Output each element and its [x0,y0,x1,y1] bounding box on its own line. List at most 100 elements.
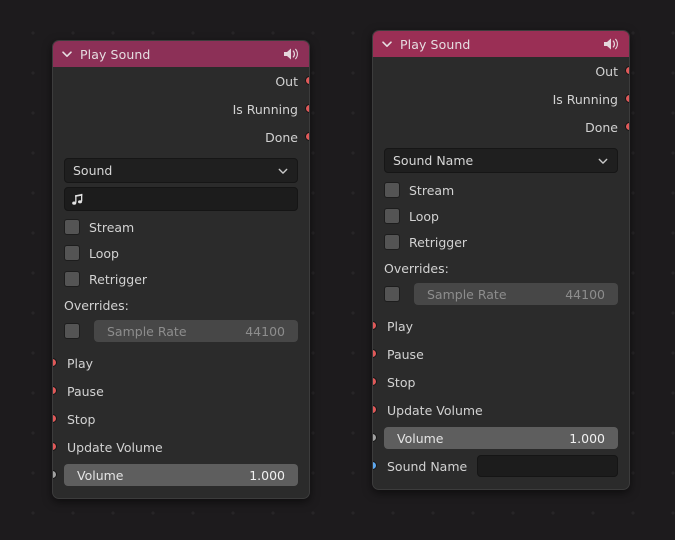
checkbox-label: Stream [89,219,135,235]
input-socket-row[interactable]: Stop [53,405,309,433]
output-socket-row[interactable]: Is Running [53,95,309,123]
retrigger-checkbox[interactable] [64,271,80,287]
input-label: Pause [67,383,104,399]
override-row-sample-rate[interactable]: Sample Rate 44100 [373,280,629,308]
volume-slider[interactable]: Volume 1.000 [384,427,618,449]
input-socket-row[interactable]: Play [373,312,629,340]
output-socket-row[interactable]: Done [373,113,629,141]
checkbox-label: Stream [409,182,455,198]
volume-value: 1.000 [569,430,605,446]
mode-dropdown-value: Sound Name [393,153,474,168]
output-label: Is Running [552,91,618,107]
chevron-down-icon [278,168,288,174]
checkbox-row-stream[interactable]: Stream [53,214,309,240]
checkbox-label: Retrigger [409,234,468,250]
sample-rate-label: Sample Rate [107,323,187,339]
input-socket-row[interactable]: Stop [373,368,629,396]
sample-rate-slider[interactable]: Sample Rate 44100 [94,320,298,342]
input-label: Update Volume [387,402,483,418]
stream-checkbox[interactable] [384,182,400,198]
chevron-down-icon[interactable] [380,37,394,51]
socket-sound-name[interactable] [373,461,377,470]
mode-dropdown[interactable]: Sound [64,158,298,183]
sample-rate-override-checkbox[interactable] [384,286,400,302]
node-title: Play Sound [80,46,151,62]
volume-slider[interactable]: Volume 1.000 [64,464,298,486]
volume-row[interactable]: Volume 1.000 [53,461,309,489]
socket-out[interactable] [625,66,629,75]
sample-rate-override-checkbox[interactable] [64,323,80,339]
socket-volume[interactable] [53,470,57,479]
overrides-label: Overrides: [64,298,129,313]
sample-rate-slider[interactable]: Sample Rate 44100 [414,283,618,305]
output-socket-row[interactable]: Out [53,67,309,95]
chevron-down-icon [598,158,608,164]
checkbox-row-loop[interactable]: Loop [373,203,629,229]
music-note-icon [72,193,83,205]
input-label: Play [67,355,94,371]
node-play-sound-right[interactable]: Play Sound Out Is Running Done Sound Nam… [372,30,630,490]
input-socket-row[interactable]: Pause [53,377,309,405]
speaker-icon [604,38,618,50]
checkbox-row-retrigger[interactable]: Retrigger [53,266,309,292]
socket-update-volume[interactable] [373,405,377,414]
volume-row[interactable]: Volume 1.000 [373,424,629,452]
sample-rate-value: 44100 [245,323,285,339]
socket-done[interactable] [305,132,309,141]
output-label: Out [595,63,618,79]
checkbox-label: Loop [89,245,119,261]
input-socket-row[interactable]: Play [53,349,309,377]
checkbox-row-stream[interactable]: Stream [373,177,629,203]
socket-pause[interactable] [53,386,57,395]
input-label: Stop [67,411,96,427]
output-label: Out [275,73,298,89]
checkbox-row-loop[interactable]: Loop [53,240,309,266]
socket-pause[interactable] [373,349,377,358]
input-label: Pause [387,346,424,362]
output-label: Is Running [232,101,298,117]
sound-name-row[interactable]: Sound Name [373,452,629,480]
loop-checkbox[interactable] [384,208,400,224]
output-label: Done [265,129,298,145]
input-label: Play [387,318,414,334]
socket-done[interactable] [625,122,629,131]
node-play-sound-left[interactable]: Play Sound Out Is Running Done Sound Str… [52,40,310,499]
socket-volume[interactable] [373,433,377,442]
output-socket-row[interactable]: Is Running [373,85,629,113]
input-socket-row[interactable]: Pause [373,340,629,368]
checkbox-label: Loop [409,208,439,224]
sound-name-input[interactable] [477,455,618,477]
node-header[interactable]: Play Sound [373,31,629,57]
input-socket-row[interactable]: Update Volume [53,433,309,461]
node-body: Out Is Running Done Sound Name Stream Lo… [373,57,629,489]
socket-out[interactable] [305,76,309,85]
output-socket-row[interactable]: Done [53,123,309,151]
socket-play[interactable] [373,321,377,330]
socket-is-running[interactable] [305,104,309,113]
mode-dropdown[interactable]: Sound Name [384,148,618,173]
checkbox-row-retrigger[interactable]: Retrigger [373,229,629,255]
output-label: Done [585,119,618,135]
retrigger-checkbox[interactable] [384,234,400,250]
sound-name-label: Sound Name [387,458,468,474]
input-label: Update Volume [67,439,163,455]
socket-stop[interactable] [53,414,57,423]
mode-dropdown-value: Sound [73,163,113,178]
input-socket-row[interactable]: Update Volume [373,396,629,424]
output-socket-row[interactable]: Out [373,57,629,85]
node-header[interactable]: Play Sound [53,41,309,67]
node-title: Play Sound [400,36,471,52]
sound-file-field[interactable] [64,187,298,211]
loop-checkbox[interactable] [64,245,80,261]
socket-play[interactable] [53,358,57,367]
stream-checkbox[interactable] [64,219,80,235]
chevron-down-icon[interactable] [60,47,74,61]
socket-is-running[interactable] [625,94,629,103]
socket-stop[interactable] [373,377,377,386]
node-editor-canvas[interactable]: Play Sound Out Is Running Done Sound Str… [0,0,675,540]
socket-update-volume[interactable] [53,442,57,451]
speaker-icon [284,48,298,60]
override-row-sample-rate[interactable]: Sample Rate 44100 [53,317,309,345]
